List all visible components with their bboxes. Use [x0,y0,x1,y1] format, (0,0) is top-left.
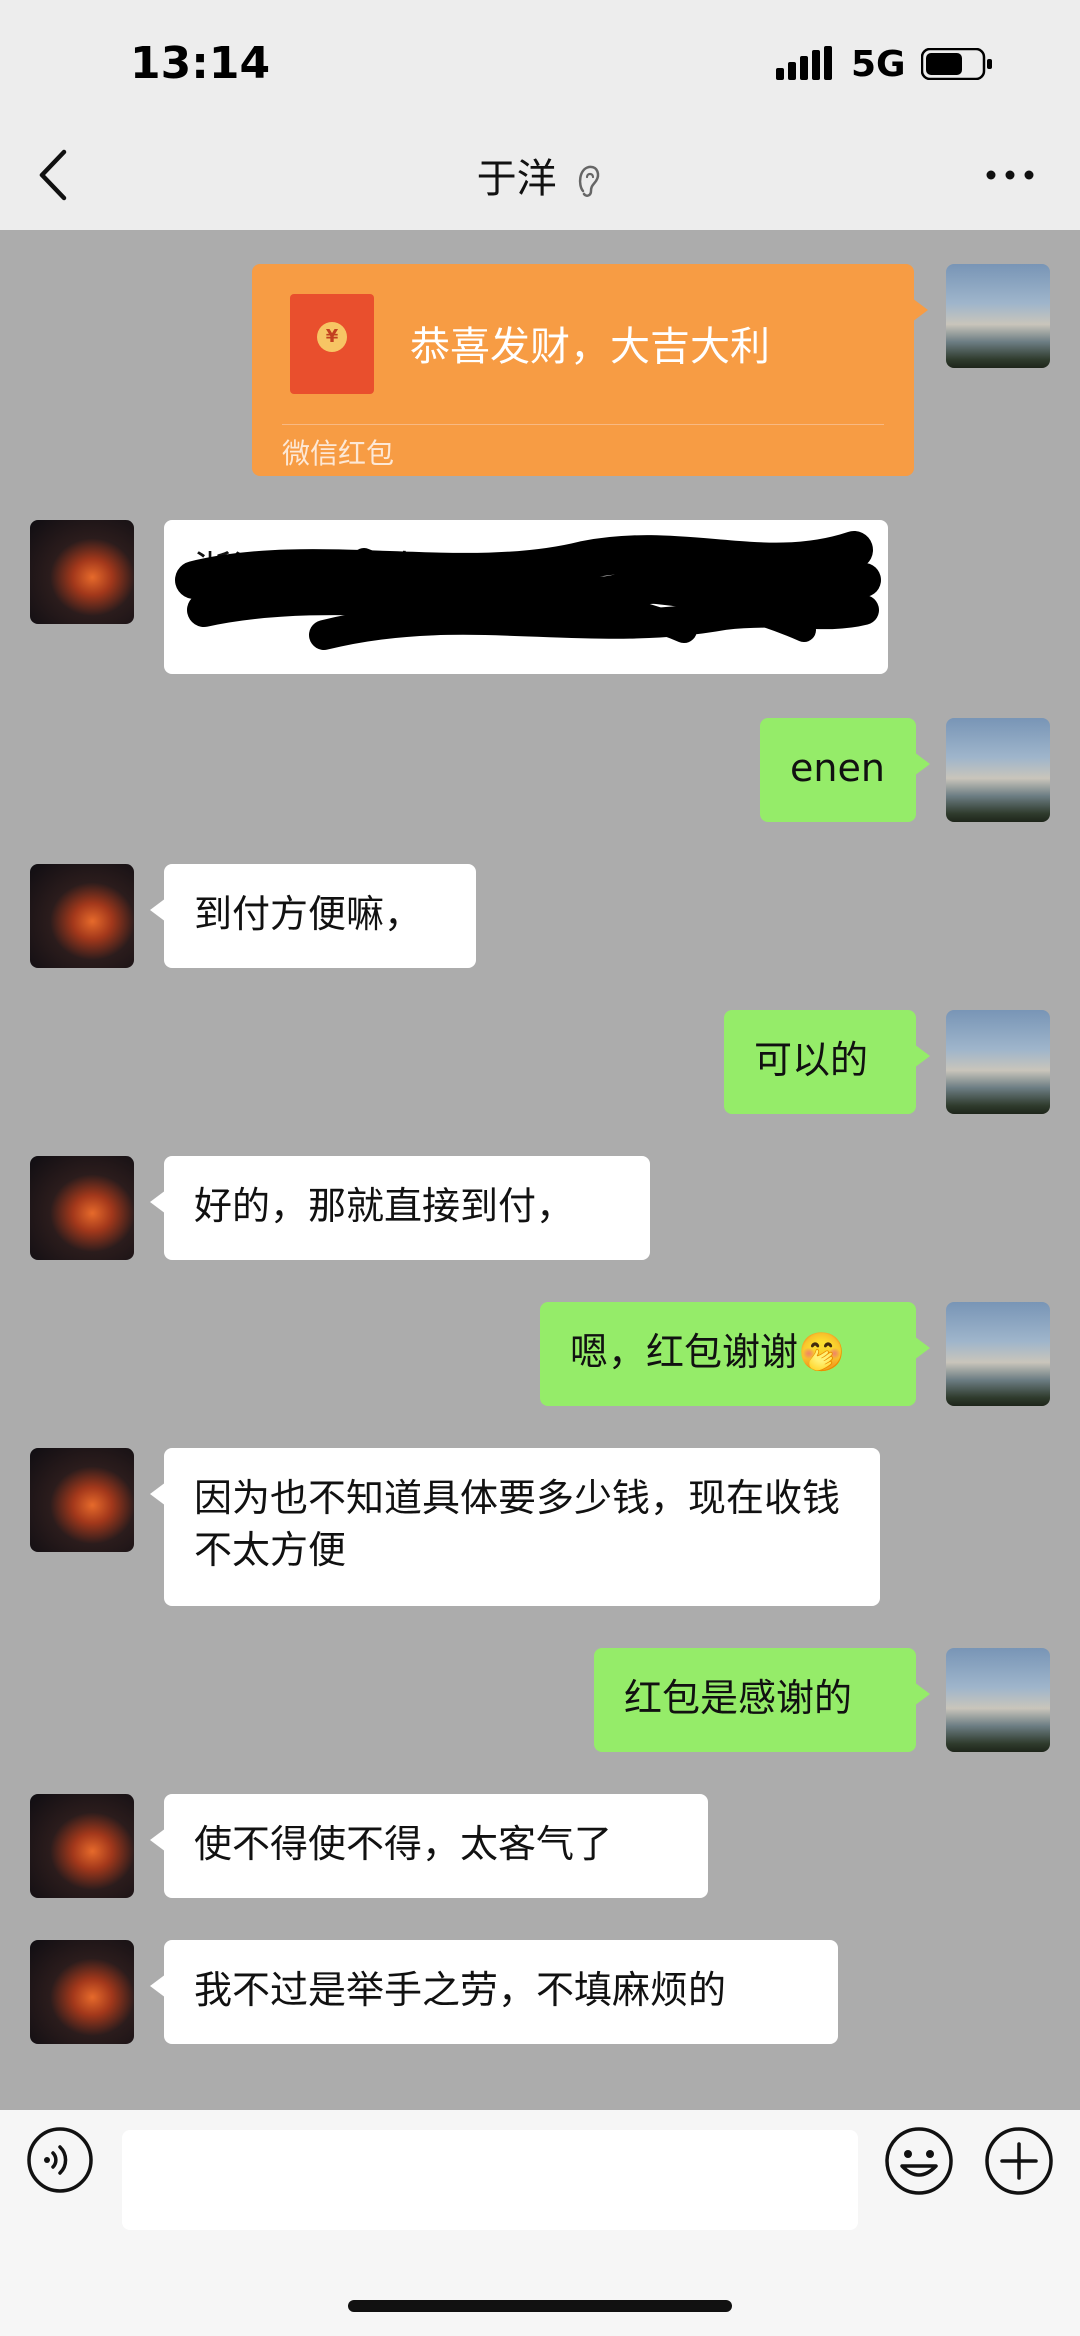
red-packet-message[interactable]: ¥ 恭喜发财，大吉大利 微信红包 [252,264,928,476]
home-indicator[interactable] [348,2300,732,2312]
message-bubble[interactable]: 浙江…… 三好…… 树 [164,520,888,674]
contact-avatar[interactable] [30,1156,134,1260]
plus-icon[interactable] [984,2126,1054,2196]
message-text: 好的，那就直接到付， [194,1184,575,1228]
contact-avatar[interactable] [30,1448,134,1552]
message-text: 可以的 [754,1038,869,1082]
ear-icon [579,165,600,197]
contact-avatar[interactable] [30,864,134,968]
self-avatar[interactable] [946,718,1050,822]
status-time: 13:14 [130,38,271,89]
self-avatar[interactable] [946,264,1050,368]
message-text: 红包是感谢的 [624,1676,853,1720]
self-avatar[interactable] [946,1648,1050,1752]
message-text: 因为也不知道具体要多少钱，现在收钱不太方便 [194,1476,841,1572]
message-bubble[interactable]: 因为也不知道具体要多少钱，现在收钱不太方便 [150,1448,880,1606]
voice-icon[interactable] [26,2126,94,2194]
more-dots-icon[interactable] [985,160,1035,190]
message-text: 到付方便嘛， [194,892,423,936]
message-bubble[interactable]: 嗯，红包谢谢🤭 [540,1302,930,1406]
redaction-scribble [175,531,881,650]
signal-bars-icon [776,46,832,80]
message-input[interactable] [122,2130,858,2230]
message-bubble[interactable]: 红包是感谢的 [594,1648,930,1752]
message-bubble[interactable]: 到付方便嘛， [150,864,476,968]
battery-icon [921,48,992,80]
message-bubble[interactable]: 使不得使不得，太客气了 [150,1794,708,1898]
contact-avatar[interactable] [30,520,134,624]
message-bubble[interactable]: 我不过是举手之劳，不填麻烦的 [150,1940,838,2044]
message-text: enen [790,746,885,790]
divider [282,424,884,425]
message-text: 我不过是举手之劳，不填麻烦的 [194,1968,727,2012]
message-text: 使不得使不得，太客气了 [194,1822,613,1866]
self-avatar[interactable] [946,1010,1050,1114]
red-packet-title: 恭喜发财，大吉大利 [410,324,770,370]
message-bubble[interactable]: 可以的 [724,1010,930,1114]
network-type: 5G [851,44,906,85]
message-bubble[interactable]: 好的，那就直接到付， [150,1156,650,1260]
contact-avatar[interactable] [30,1940,134,2044]
self-avatar[interactable] [946,1302,1050,1406]
contact-name: 于洋 [476,156,557,202]
red-packet-icon: ¥ [290,294,374,394]
contact-avatar[interactable] [30,1794,134,1898]
red-packet-caption: 微信红包 [282,437,395,470]
chat-title[interactable]: 于洋 [0,146,1080,204]
emoji-icon[interactable] [884,2126,954,2196]
message-text: 嗯，红包谢谢🤭 [570,1330,846,1374]
message-bubble[interactable]: enen [760,718,930,822]
